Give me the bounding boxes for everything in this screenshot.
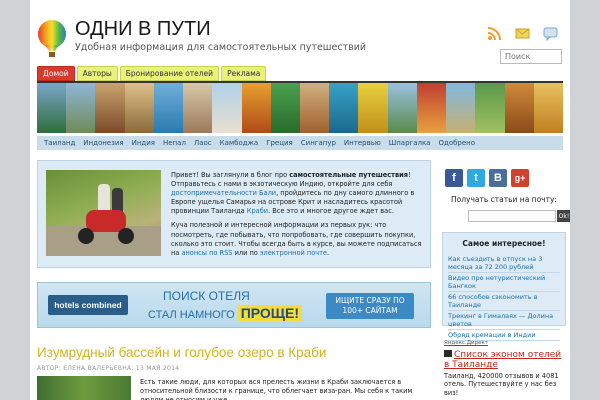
chat-icon[interactable] xyxy=(543,26,558,41)
ad-search-button[interactable]: ИЩИТЕ СРАЗУ ПО 100+ САЙТАМ xyxy=(326,293,414,319)
page: ОДНИ В ПУТИ Удобная информация для самос… xyxy=(30,0,570,400)
intro-photo xyxy=(46,170,161,256)
category-singapore[interactable]: Сингапур xyxy=(298,139,339,147)
intro-text-part: . xyxy=(327,248,330,257)
category-cheatsheet[interactable]: Шпаргалка xyxy=(386,139,434,147)
ad-favicon-icon xyxy=(444,350,452,357)
post-thumbnail[interactable] xyxy=(37,376,131,400)
googleplus-icon[interactable]: g+ xyxy=(511,169,529,187)
post-title[interactable]: Изумрудный бассейн и голубое озеро в Кра… xyxy=(37,345,326,360)
category-nepal[interactable]: Непал xyxy=(160,139,189,147)
balloon-logo-icon[interactable] xyxy=(37,20,67,58)
popular-posts-title: Самое интересное! xyxy=(462,239,546,248)
twitter-icon[interactable]: t xyxy=(467,169,485,187)
rss-icon[interactable] xyxy=(487,26,502,41)
category-laos[interactable]: Лаос xyxy=(191,139,215,147)
hotels-combined-ad[interactable]: hotels combined ПОИСК ОТЕЛЯ СТАЛ НАМНОГО… xyxy=(37,282,431,328)
email-subscribe-label: Получать статьи на почту: xyxy=(451,195,557,204)
email-subscribe-link[interactable]: электронной почте xyxy=(260,249,327,257)
yandex-direct-label[interactable]: Яндекс.Директ xyxy=(444,340,488,346)
ad-highlight: ПРОЩЕ! xyxy=(237,305,303,321)
hotels-combined-logo: hotels combined xyxy=(48,295,128,315)
category-interview[interactable]: Интервью xyxy=(341,139,384,147)
post-meta: АВТОР: ЕЛЕНА ВАЛЕРЬЕВНА, 13 МАЯ 2014 xyxy=(37,365,180,372)
popular-post-link[interactable]: Видео про нетуристический Бангкок xyxy=(448,273,560,292)
category-indonesia[interactable]: Индонезия xyxy=(80,139,126,147)
tab-authors[interactable]: Авторы xyxy=(76,66,118,81)
yandex-ad-title[interactable]: Список эконом отелей в Таиланде xyxy=(444,350,564,370)
intro-text-part: . Все это и многое другое ждет вас. xyxy=(268,207,394,216)
intro-text-part: Привет! Вы заглянули в блог про xyxy=(171,171,290,179)
ad-headline: ПОИСК ОТЕЛЯ xyxy=(163,289,250,303)
popular-post-link[interactable]: Трекинг в Гималаях — Долина цветов xyxy=(448,311,560,330)
email-subscribe-input[interactable] xyxy=(468,210,556,222)
tab-hotel-booking[interactable]: Бронирование отелей xyxy=(119,66,220,81)
email-icon[interactable] xyxy=(515,26,530,41)
site-title[interactable]: ОДНИ В ПУТИ xyxy=(75,18,211,41)
yandex-direct-text: Яндекс.Директ xyxy=(444,340,488,346)
category-thailand[interactable]: Таиланд xyxy=(41,139,78,147)
bali-sights-link[interactable]: достопримечательности Бали xyxy=(171,189,276,197)
ad-subline: СТАЛ НАМНОГО ПРОЩЕ! xyxy=(148,305,303,321)
site-description: Удобная информация для самостоятельных п… xyxy=(75,42,367,53)
yandex-ad-text: Таиланд, 420000 отзывов и 4081 отель. Пу… xyxy=(444,372,559,397)
krabi-link[interactable]: Краби xyxy=(247,207,268,215)
main-tabs: Домой Авторы Бронирование отелей Реклама xyxy=(37,66,267,81)
category-india[interactable]: Индия xyxy=(129,139,158,147)
photo-banner xyxy=(37,81,563,133)
yandex-ad-title-text: Список эконом отелей в Таиланде xyxy=(444,350,562,370)
category-approved[interactable]: Одобрено xyxy=(435,139,478,147)
popular-posts: Самое интересное! Как съездить в отпуск … xyxy=(442,232,566,341)
social-buttons: f t B g+ xyxy=(445,169,529,187)
ad-subline-text: СТАЛ НАМНОГО xyxy=(148,309,235,321)
intro-box: Привет! Вы заглянули в блог про самостоя… xyxy=(37,160,431,268)
search-input[interactable] xyxy=(500,49,562,64)
facebook-icon[interactable]: f xyxy=(445,169,463,187)
intro-bold: самостоятельные путешествия xyxy=(289,171,408,179)
rss-link[interactable]: анонсы по RSS xyxy=(181,249,232,257)
intro-text-part: или по xyxy=(232,248,260,257)
tab-home[interactable]: Домой xyxy=(37,66,75,81)
popular-post-link[interactable]: 66 способов сэкономить в Таиланде xyxy=(448,292,560,311)
category-cambodia[interactable]: Камбоджа xyxy=(217,139,262,147)
category-greece[interactable]: Греция xyxy=(263,139,296,147)
vk-icon[interactable]: B xyxy=(489,169,507,187)
intro-text: Привет! Вы заглянули в блог про самостоя… xyxy=(171,171,426,263)
tab-advertising[interactable]: Реклама xyxy=(221,66,267,81)
category-nav: Таиланд Индонезия Индия Непал Лаос Камбо… xyxy=(37,136,563,150)
email-subscribe-button[interactable]: Ok! xyxy=(557,210,570,222)
post-excerpt: Есть такие люди, для которых вся прелест… xyxy=(140,378,413,400)
popular-post-link[interactable]: Как съездить в отпуск на 3 месяца за 72 … xyxy=(448,254,560,273)
